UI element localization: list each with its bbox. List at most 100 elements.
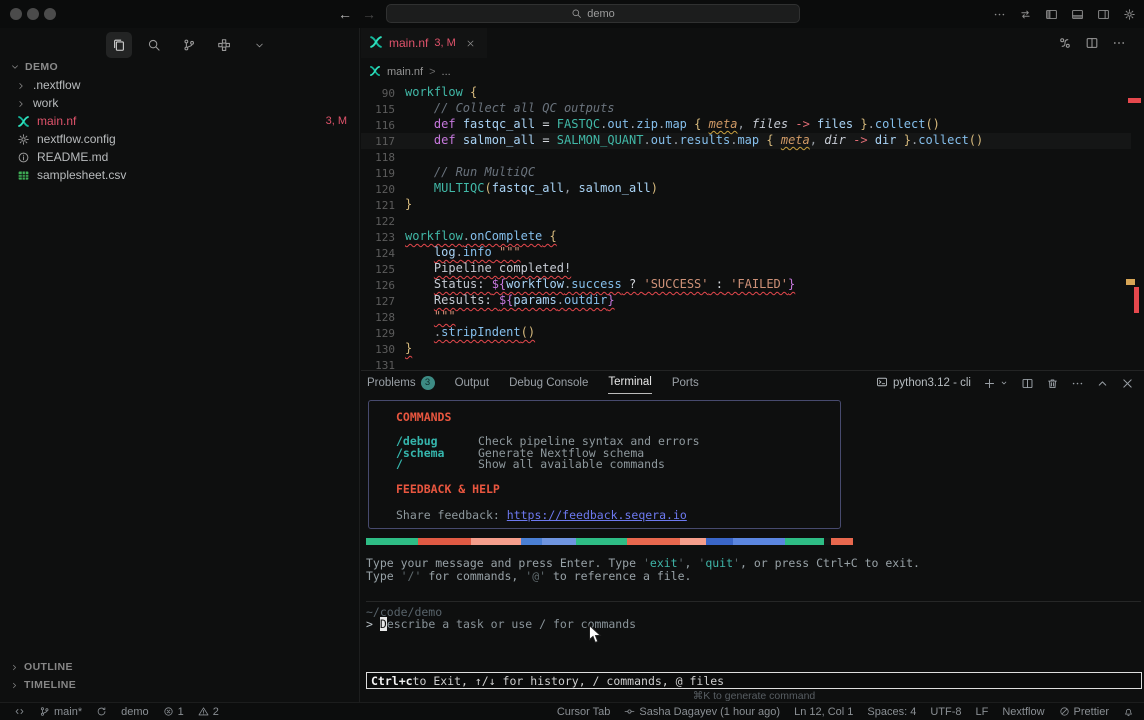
status-right-prettier[interactable]: Prettier	[1059, 706, 1109, 718]
panel-tab-ports[interactable]: Ports	[672, 371, 699, 394]
line-number: 129	[361, 325, 395, 341]
tree-item-README-md[interactable]: README.md	[0, 148, 360, 166]
activity-source-control-icon[interactable]	[176, 32, 202, 58]
customize-layout-icon[interactable]	[1123, 7, 1136, 21]
code-line[interactable]: 123workflow.onComplete {	[361, 229, 1131, 245]
panel-tab-debug-console[interactable]: Debug Console	[509, 371, 588, 394]
layout-panel-icon[interactable]	[1071, 7, 1084, 21]
traffic-light-minimize[interactable]	[27, 8, 39, 20]
code-viewport[interactable]: 90workflow {115 // Collect all QC output…	[361, 85, 1131, 373]
code-line[interactable]: 120 MULTIQC(fastqc_all, salmon_all)	[361, 181, 1131, 197]
activity-search-icon[interactable]	[141, 32, 167, 58]
status-left-demo[interactable]: demo	[121, 706, 149, 718]
layout-secondary-icon[interactable]	[1097, 7, 1110, 21]
swap-arrows-icon[interactable]	[1019, 7, 1032, 21]
open-changes-icon[interactable]	[1058, 36, 1072, 51]
panel-tab-problems[interactable]: Problems3	[367, 371, 435, 394]
breadcrumb[interactable]: main.nf > ...	[369, 62, 451, 82]
command-description: Show all available commands	[478, 459, 665, 471]
code-line[interactable]: 125 Pipeline completed!	[361, 261, 1131, 277]
traffic-light-close[interactable]	[10, 8, 22, 20]
history-forward-icon[interactable]: →	[362, 6, 376, 22]
tab-main-nf[interactable]: main.nf 3, M	[361, 28, 487, 58]
explorer-section-header[interactable]: DEMO	[10, 61, 58, 73]
title-bar: ← → demo	[0, 0, 1144, 28]
command-center-search[interactable]: demo	[386, 4, 800, 23]
tree-item-nextflow-config[interactable]: nextflow.config	[0, 130, 360, 148]
status-right-ln-12-col-1[interactable]: Ln 12, Col 1	[794, 706, 853, 718]
code-line[interactable]: 129 .stripIndent()	[361, 325, 1131, 341]
status-right-cursor-tab[interactable]: Cursor Tab	[557, 706, 611, 718]
code-line[interactable]: 118	[361, 149, 1131, 165]
sidebar-section-outline[interactable]: OUTLINE	[0, 658, 360, 676]
split-editor-icon[interactable]	[1085, 36, 1099, 51]
rainbow-segment	[824, 538, 831, 545]
code-line[interactable]: 130}	[361, 341, 1131, 357]
shortcut-help-bar: Ctrl+c to Exit, ↑/↓ for history, / comma…	[366, 672, 1142, 689]
line-content: workflow.onComplete {	[405, 229, 557, 245]
status-right-lf[interactable]: LF	[976, 706, 989, 718]
status-left-1[interactable]: 1	[163, 706, 184, 718]
error-squiggle: .stripIndent()	[434, 325, 535, 339]
code-line[interactable]: 117 def salmon_all = SALMON_QUANT.out.re…	[361, 133, 1131, 149]
chevron-up-icon[interactable]	[1096, 375, 1109, 389]
tree-item-label: nextflow.config	[37, 132, 116, 146]
code-line[interactable]: 128 """	[361, 309, 1131, 325]
activity-chevron-down-icon[interactable]	[246, 32, 272, 58]
status-right-nextflow[interactable]: Nextflow	[1002, 706, 1044, 718]
chevron-down-small-icon[interactable]	[999, 375, 1009, 389]
line-content: log.info """	[405, 245, 521, 261]
status-left-main[interactable]: main*	[39, 706, 82, 718]
terminal-instance[interactable]: python3.12 - cli	[876, 376, 971, 388]
plus-icon[interactable]	[983, 375, 996, 389]
code-line[interactable]: 115 // Collect all QC outputs	[361, 101, 1131, 117]
split-editor-icon[interactable]	[1021, 375, 1034, 389]
trash-icon[interactable]	[1046, 375, 1059, 389]
panel-tab-terminal[interactable]: Terminal	[608, 371, 651, 394]
code-line[interactable]: 127 Results: ${params.outdir}	[361, 293, 1131, 309]
command-name[interactable]: /	[396, 459, 478, 471]
panel-tab-output[interactable]: Output	[455, 371, 490, 394]
status-left-2[interactable]: 2	[198, 706, 219, 718]
command-name[interactable]: /schema	[396, 448, 478, 460]
status-left-remote[interactable]	[14, 706, 25, 718]
status-right-sasha-dagayev-1-hour-ago[interactable]: Sasha Dagayev (1 hour ago)	[624, 706, 780, 718]
status-left: main* demo 1 2	[14, 703, 219, 720]
line-number: 124	[361, 245, 395, 261]
status-right-utf-8[interactable]: UTF-8	[930, 706, 961, 718]
tree-item--nextflow[interactable]: .nextflow	[0, 76, 360, 94]
nextflow-logo-icon	[369, 65, 381, 80]
ellipsis-icon[interactable]	[1112, 36, 1126, 51]
code-line[interactable]: 126 Status: ${workflow.success ? 'SUCCES…	[361, 277, 1131, 293]
activity-extensions-icon[interactable]	[211, 32, 237, 58]
activity-files-icon[interactable]	[106, 32, 132, 58]
status-right-bell[interactable]	[1123, 706, 1134, 718]
tab-label: main.nf	[389, 36, 428, 50]
ellipsis-icon[interactable]	[993, 7, 1006, 21]
tab-close-icon[interactable]	[466, 36, 475, 50]
sidebar-section-timeline[interactable]: TIMELINE	[0, 676, 360, 694]
layout-sidebar-icon[interactable]	[1045, 7, 1058, 21]
code-line[interactable]: 124 log.info """	[361, 245, 1131, 261]
status-left-sync[interactable]	[96, 706, 107, 718]
status-label: LF	[976, 706, 989, 718]
status-label: Nextflow	[1002, 706, 1044, 718]
feedback-link[interactable]: https://feedback.seqera.io	[507, 508, 687, 522]
status-right-spaces-4[interactable]: Spaces: 4	[867, 706, 916, 718]
ellipsis-icon[interactable]	[1071, 375, 1084, 389]
code-line[interactable]: 90workflow {	[361, 85, 1131, 101]
history-back-icon[interactable]: ←	[338, 6, 352, 22]
close-icon[interactable]	[1121, 375, 1134, 389]
traffic-light-zoom[interactable]	[44, 8, 56, 20]
code-line[interactable]: 116 def fastqc_all = FASTQC.out.zip.map …	[361, 117, 1131, 133]
tree-item-main-nf[interactable]: main.nf3, M	[0, 112, 360, 130]
rainbow-segment	[831, 538, 853, 545]
code-line[interactable]: 122	[361, 213, 1131, 229]
search-value: demo	[587, 8, 615, 20]
remote-icon	[14, 706, 25, 718]
code-line[interactable]: 121}	[361, 197, 1131, 213]
code-line[interactable]: 119 // Run MultiQC	[361, 165, 1131, 181]
tree-item-work[interactable]: work	[0, 94, 360, 112]
line-content: def salmon_all = SALMON_QUANT.out.result…	[405, 133, 983, 149]
tree-item-samplesheet-csv[interactable]: samplesheet.csv	[0, 166, 360, 184]
